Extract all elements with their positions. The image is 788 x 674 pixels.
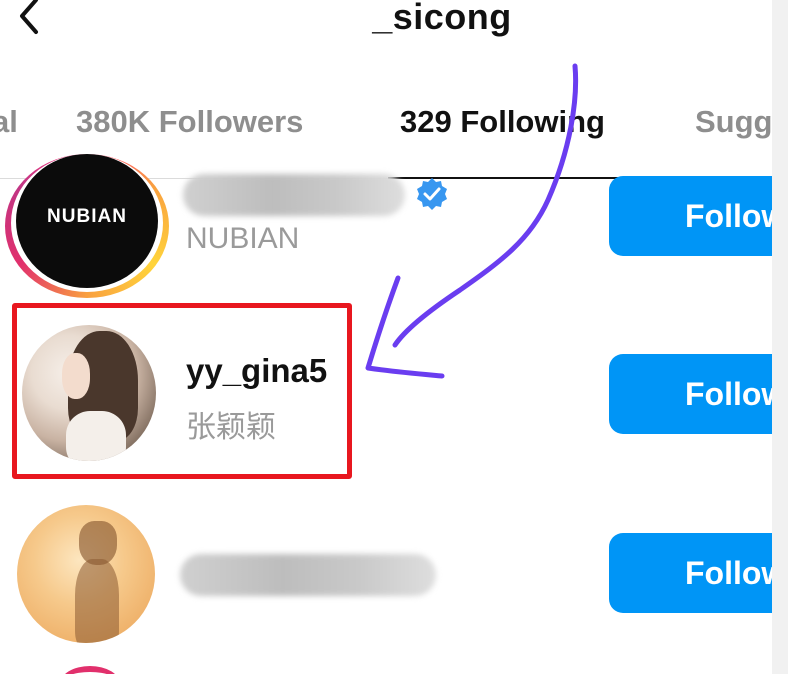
verified-badge-icon: [417, 178, 447, 210]
avatar-logo-text: NUBIAN: [47, 206, 127, 227]
tab-following[interactable]: 329 Following: [400, 104, 605, 140]
avatar[interactable]: [60, 666, 120, 674]
follow-button[interactable]: Follow: [609, 354, 772, 434]
follow-button[interactable]: Follow: [609, 176, 772, 256]
page-title: _sicong: [372, 0, 512, 37]
screen-content: _sicong al 380K Followers 329 Following …: [0, 0, 772, 674]
scrollbar[interactable]: [772, 0, 788, 674]
tab-mutual[interactable]: al: [0, 104, 18, 140]
follow-button[interactable]: Follow: [609, 533, 772, 613]
obscured-username: [183, 174, 405, 216]
full-name: NUBIAN: [186, 222, 300, 255]
tab-followers[interactable]: 380K Followers: [76, 104, 303, 140]
avatar[interactable]: [17, 505, 155, 643]
obscured-username: [180, 554, 436, 596]
tab-suggested[interactable]: Sugg: [695, 104, 772, 140]
avatar[interactable]: NUBIAN: [16, 154, 158, 288]
highlight-box: [12, 303, 352, 479]
